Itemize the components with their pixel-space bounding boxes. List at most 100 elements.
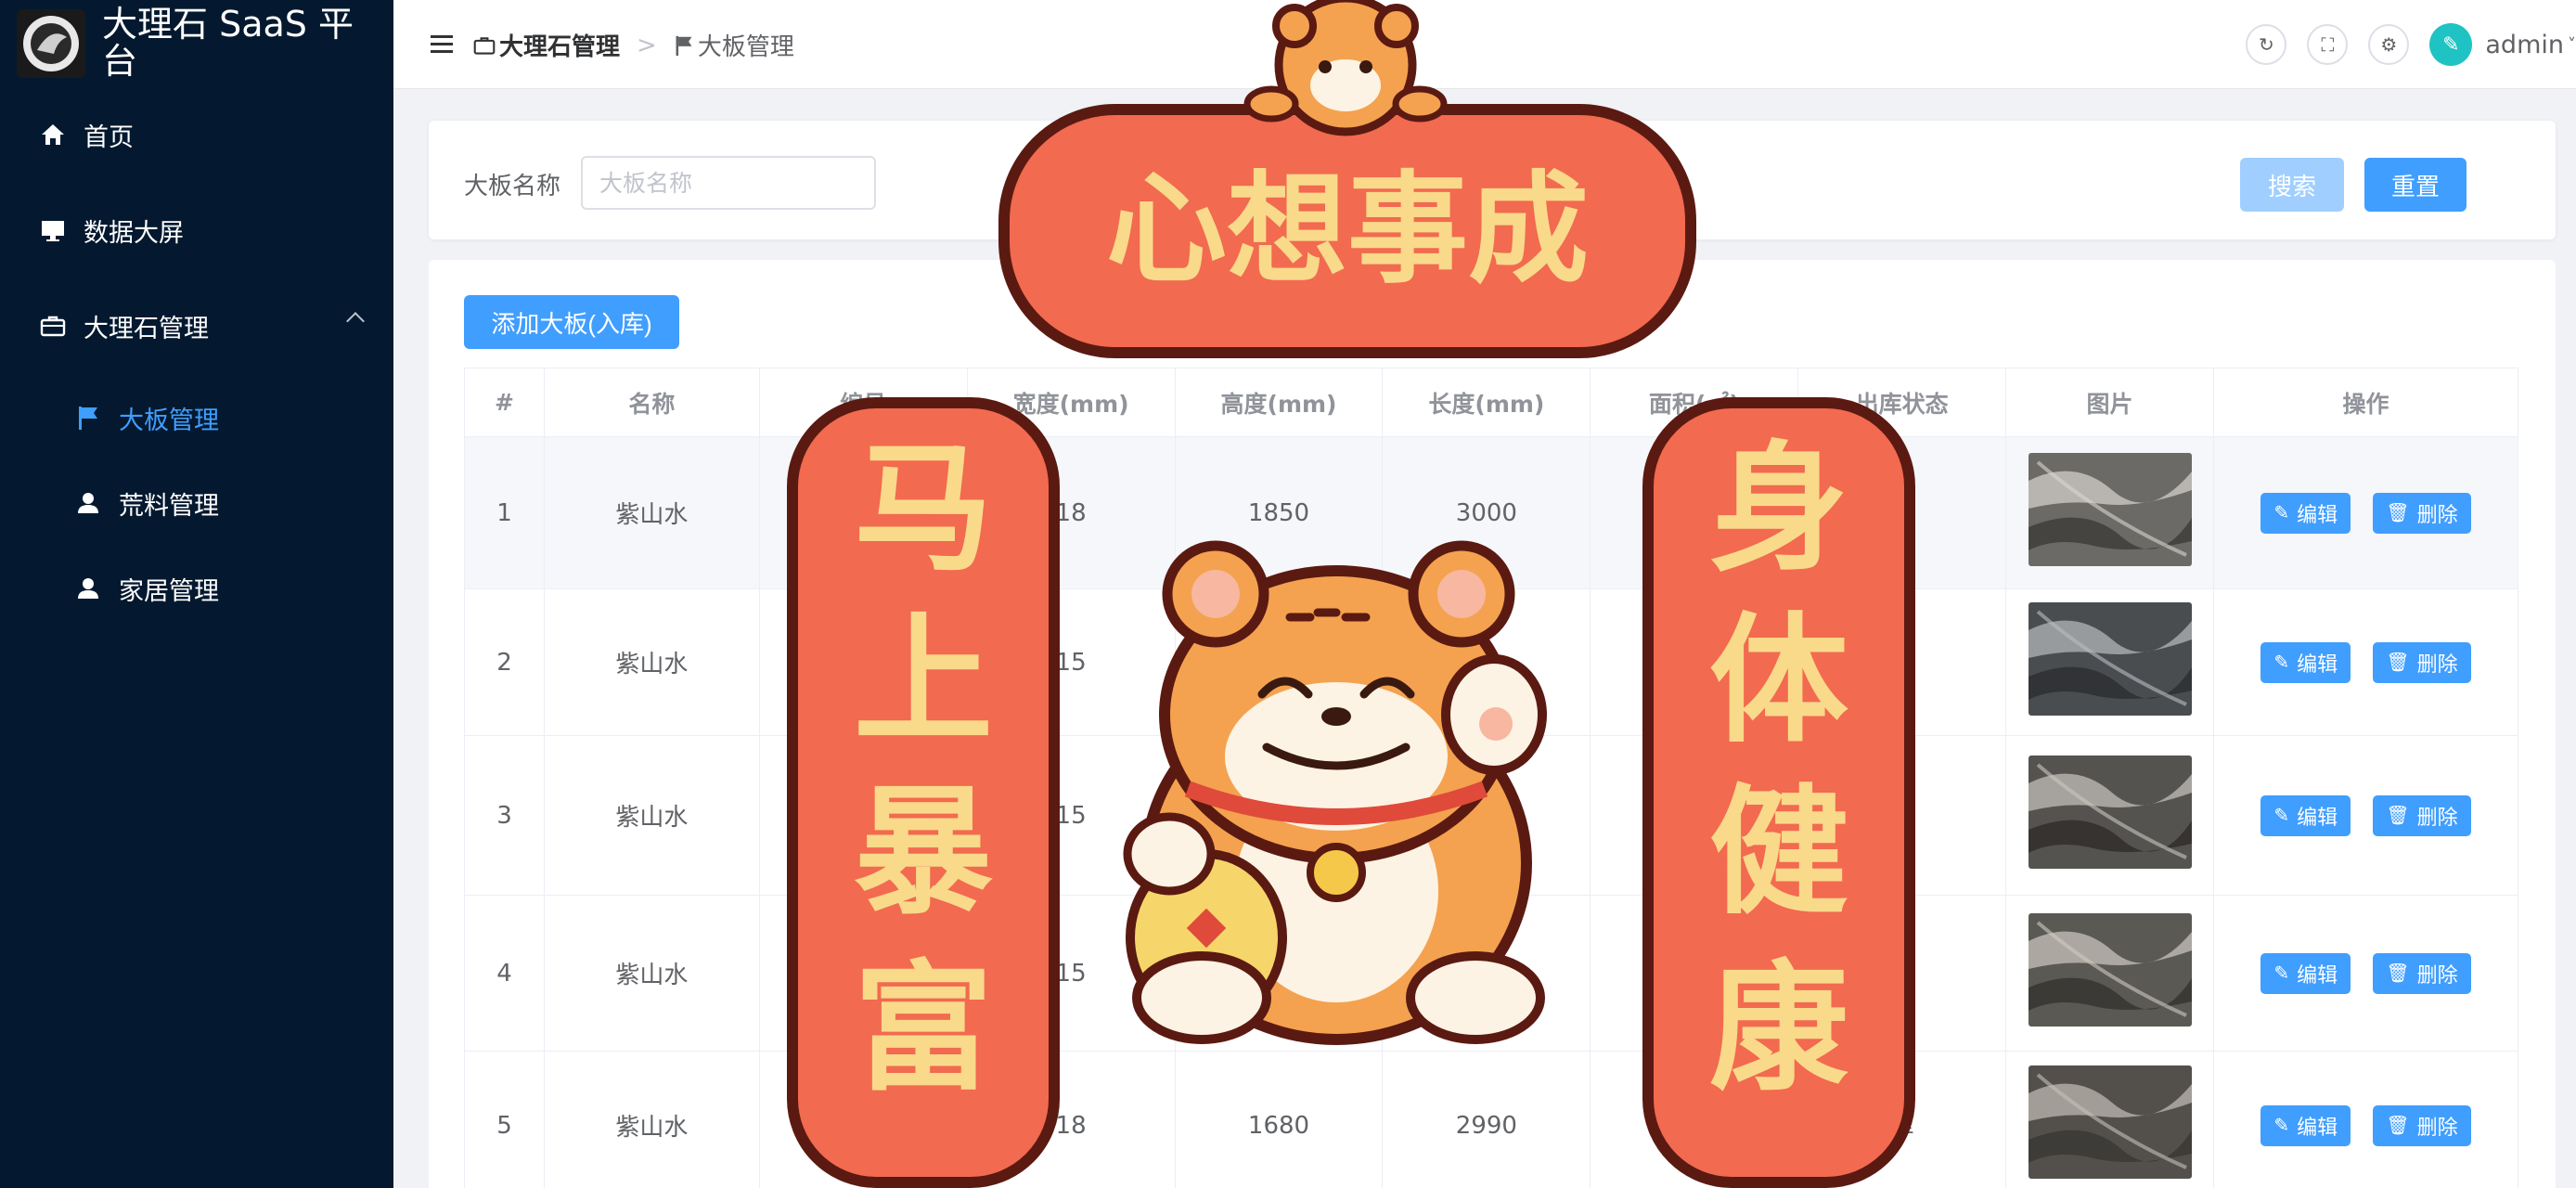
table-cell-height: 1680 [1174, 1051, 1384, 1188]
trash-icon: 🗑 [2386, 503, 2410, 523]
marble-slab-thumbnail[interactable] [2028, 913, 2192, 1027]
trash-icon: 🗑 [2386, 1116, 2410, 1136]
column-header: 高度(mm) [1174, 368, 1384, 437]
delete-button[interactable]: 🗑 删除 [2373, 492, 2471, 534]
column-header: 编号 [758, 368, 968, 437]
table-cell-status: 库 [1797, 1051, 2007, 1188]
table-cell-width: 18 [966, 1051, 1176, 1188]
header-actions: ↻ ⛶ ⚙ ✎ admin ˅ [2246, 20, 2576, 69]
table-cell-width: 15 [966, 588, 1176, 736]
table-cell-area [1590, 588, 1799, 736]
gear-icon[interactable]: ⚙ [2368, 24, 2410, 65]
table-row: 2 紫山水 15 20 库 ✎ 编辑 🗑 删除 [464, 588, 2518, 736]
table-cell-area [1590, 436, 1799, 589]
table-cell-image [2005, 895, 2215, 1052]
marble-slab-thumbnail[interactable] [2028, 755, 2192, 869]
search-input[interactable] [581, 156, 876, 210]
table-cell-actions: ✎ 编辑 🗑 删除 [2213, 588, 2518, 736]
app-root: 大理石 SaaS 平台 首页 数据大屏 大理石管理 大板管理 荒料管理 家居管理… [0, 0, 2576, 1188]
marble-slab-thumbnail[interactable] [2028, 602, 2192, 716]
edit-button[interactable]: ✎ 编辑 [2260, 1104, 2351, 1146]
table-cell-width: 15 [966, 895, 1176, 1052]
edit-icon: ✎ [2273, 963, 2290, 984]
delete-label: 删除 [2416, 502, 2458, 526]
user-name[interactable]: admin [2485, 31, 2564, 59]
table-cell-length: 20 [1382, 588, 1591, 736]
table-cell-code [758, 1051, 968, 1188]
column-header: # [464, 368, 545, 437]
fullscreen-icon[interactable]: ⛶ [2307, 24, 2349, 65]
chevron-up-icon [346, 312, 365, 330]
sidebar-item-home-furnishing-management[interactable]: 家居管理 [0, 547, 393, 630]
sidebar-item-label: 大理石管理 [84, 314, 209, 343]
table-cell-image [2005, 588, 2215, 736]
column-header: 面积(㎡) [1590, 368, 1799, 437]
sidebar-item-slab-management[interactable]: 大板管理 [0, 376, 393, 459]
sidebar-item-label: 家居管理 [119, 576, 219, 606]
search-card: 大板名称 搜索 重置 [429, 121, 2556, 239]
column-header: 操作 [2213, 368, 2518, 437]
delete-button[interactable]: 🗑 删除 [2373, 1104, 2471, 1146]
table-row: 5 紫山水 18 1680 2990 库 ✎ 编辑 🗑 删除 [464, 1051, 2518, 1188]
delete-button[interactable]: 🗑 删除 [2373, 641, 2471, 683]
edit-label: 编辑 [2297, 652, 2338, 676]
column-header: 图片 [2005, 368, 2215, 437]
table-cell-height [1174, 735, 1384, 896]
flag-icon [74, 404, 102, 432]
marble-slab-thumbnail[interactable] [2028, 1065, 2192, 1179]
delete-label: 删除 [2416, 1115, 2458, 1139]
table-cell-status: 库 [1797, 588, 2007, 736]
reset-button[interactable]: 重置 [2364, 158, 2467, 212]
table-cell-actions: ✎ 编辑 🗑 删除 [2213, 735, 2518, 896]
avatar[interactable]: ✎ [2429, 23, 2473, 66]
breadcrumb-item: 大板管理 [697, 33, 794, 61]
table-cell-image [2005, 1051, 2215, 1188]
sidebar-item-home[interactable]: 首页 [0, 93, 393, 176]
chevron-down-icon[interactable]: ˅ [2568, 35, 2576, 55]
table-cell-length [1382, 895, 1591, 1052]
column-header: 宽度(mm) [966, 368, 1176, 437]
breadcrumb-item[interactable]: 大理石管理 [499, 28, 620, 62]
trash-icon: 🗑 [2386, 963, 2410, 984]
delete-label: 删除 [2416, 652, 2458, 676]
table-cell-area [1590, 895, 1799, 1052]
table-cell-image [2005, 436, 2215, 589]
edit-button[interactable]: ✎ 编辑 [2260, 952, 2351, 994]
table-cell-actions: ✎ 编辑 🗑 删除 [2213, 1051, 2518, 1188]
table-cell-area [1590, 1051, 1799, 1188]
table-cell-length: 3000 [1382, 436, 1591, 589]
edit-button[interactable]: ✎ 编辑 [2260, 641, 2351, 683]
breadcrumb-separator-icon: > [637, 31, 657, 59]
table-cell-width: 15 [966, 735, 1176, 896]
table-row: 1 紫山水 18 1850 3000 库 ✎ 编辑 🗑 删除 [464, 436, 2518, 589]
trash-icon: 🗑 [2386, 806, 2410, 826]
table-cell-height [1174, 588, 1384, 736]
table-cell-name: 紫山水 [543, 895, 760, 1052]
delete-button[interactable]: 🗑 删除 [2373, 794, 2471, 836]
refresh-icon[interactable]: ↻ [2246, 24, 2287, 65]
marble-slab-thumbnail[interactable] [2028, 453, 2192, 566]
table-cell-height [1174, 895, 1384, 1052]
delete-label: 删除 [2416, 962, 2458, 987]
table-cell-idx: 1 [464, 436, 545, 589]
table-cell-length: 2990 [1382, 1051, 1591, 1188]
monitor-icon [39, 216, 67, 244]
sidebar: 大理石 SaaS 平台 首页 数据大屏 大理石管理 大板管理 荒料管理 家居管理 [0, 0, 393, 1188]
sidebar-item-data-screen[interactable]: 数据大屏 [0, 188, 393, 272]
sidebar-item-marble-management[interactable]: 大理石管理 [0, 284, 393, 368]
table-cell-idx: 3 [464, 735, 545, 896]
delete-button[interactable]: 🗑 删除 [2373, 952, 2471, 994]
sidebar-item-raw-block-management[interactable]: 荒料管理 [0, 461, 393, 545]
collapse-menu-icon[interactable] [431, 35, 453, 54]
edit-button[interactable]: ✎ 编辑 [2260, 794, 2351, 836]
edit-label: 编辑 [2297, 805, 2338, 829]
add-slab-button[interactable]: 添加大板(入库) [464, 295, 679, 349]
table-cell-name: 紫山水 [543, 588, 760, 736]
user-icon [74, 575, 102, 602]
table-cell-name: 紫山水 [543, 1051, 760, 1188]
table-cell-status: 库 [1797, 735, 2007, 896]
edit-button[interactable]: ✎ 编辑 [2260, 492, 2351, 534]
search-button[interactable]: 搜索 [2240, 158, 2344, 212]
home-icon [39, 121, 67, 148]
table-cell-actions: ✎ 编辑 🗑 删除 [2213, 895, 2518, 1052]
